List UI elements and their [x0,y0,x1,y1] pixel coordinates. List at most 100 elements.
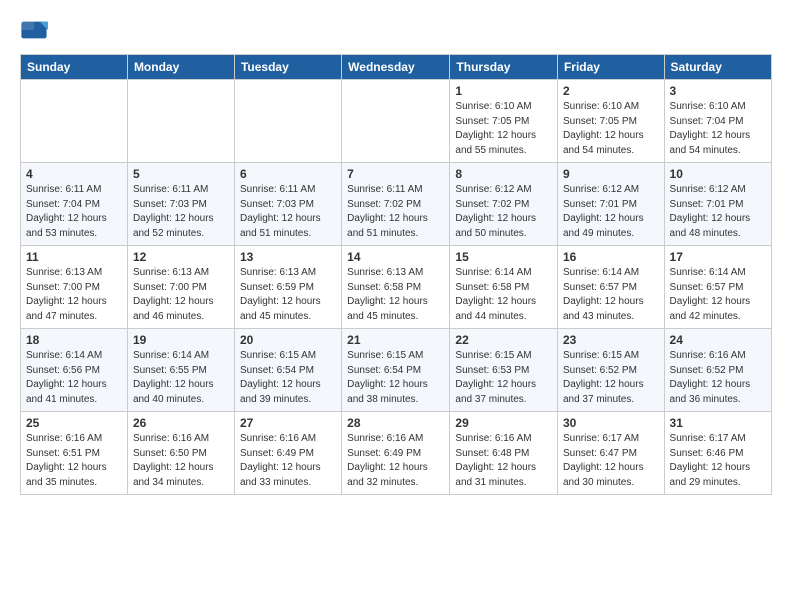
day-number: 2 [563,84,659,98]
day-info: Sunrise: 6:11 AMSunset: 7:03 PMDaylight:… [240,183,336,241]
day-number: 14 [347,250,444,264]
calendar-cell: 14 Sunrise: 6:13 AMSunset: 6:58 PMDayligh… [342,246,450,329]
day-info: Sunrise: 6:15 AMSunset: 6:52 PMDaylight:… [563,349,659,407]
day-number: 25 [26,416,122,430]
day-number: 17 [670,250,766,264]
calendar-cell: 9Sunrise: 6:12 AMSunset: 7:01 PMDaylight… [557,163,664,246]
day-number: 16 [563,250,659,264]
calendar-cell [21,80,128,163]
day-number: 30 [563,416,659,430]
calendar-cell: 12 Sunrise: 6:13 AMSunset: 7:00 PMDayligh… [127,246,234,329]
calendar-cell: 7 Sunrise: 6:11 AMSunset: 7:02 PMDaylight… [342,163,450,246]
day-info: Sunrise: 6:15 AMSunset: 6:53 PMDaylight:… [455,349,552,407]
calendar-cell: 16 Sunrise: 6:14 AMSunset: 6:57 PMDayligh… [557,246,664,329]
calendar-cell: 2 Sunrise: 6:10 AMSunset: 7:05 PMDaylight… [557,80,664,163]
day-number: 22 [455,333,552,347]
day-number: 19 [133,333,229,347]
day-number: 31 [670,416,766,430]
calendar-cell: 1 Sunrise: 6:10 AMSunset: 7:05 PMDaylight… [450,80,558,163]
day-number: 11 [26,250,122,264]
day-number: 12 [133,250,229,264]
page-header [20,16,772,44]
day-info: Sunrise: 6:16 AMSunset: 6:52 PMDaylight:… [670,349,766,407]
day-number: 18 [26,333,122,347]
calendar-cell: 19Sunrise: 6:14 AMSunset: 6:55 PMDayligh… [127,329,234,412]
day-number: 1 [455,84,552,98]
day-number: 21 [347,333,444,347]
day-info: Sunrise: 6:15 AMSunset: 6:54 PMDaylight:… [347,349,444,407]
header-thursday: Thursday [450,55,558,80]
day-info: Sunrise: 6:11 AMSunset: 7:02 PMDaylight:… [347,183,444,241]
day-info: Sunrise: 6:14 AMSunset: 6:58 PMDaylight:… [455,266,552,324]
day-info: Sunrise: 6:16 AMSunset: 6:49 PMDaylight:… [240,432,336,490]
calendar-table: SundayMondayTuesdayWednesdayThursdayFrid… [20,54,772,495]
header-saturday: Saturday [664,55,771,80]
day-info: Sunrise: 6:13 AMSunset: 6:59 PMDaylight:… [240,266,336,324]
day-info: Sunrise: 6:17 AMSunset: 6:47 PMDaylight:… [563,432,659,490]
day-info: Sunrise: 6:13 AMSunset: 7:00 PMDaylight:… [133,266,229,324]
day-number: 13 [240,250,336,264]
calendar-cell: 29Sunrise: 6:16 AMSunset: 6:48 PMDayligh… [450,412,558,495]
calendar-cell: 17 Sunrise: 6:14 AMSunset: 6:57 PMDayligh… [664,246,771,329]
header-tuesday: Tuesday [234,55,341,80]
day-number: 6 [240,167,336,181]
calendar-cell: 20Sunrise: 6:15 AMSunset: 6:54 PMDayligh… [234,329,341,412]
calendar-cell: 11 Sunrise: 6:13 AMSunset: 7:00 PMDayligh… [21,246,128,329]
day-info: Sunrise: 6:14 AMSunset: 6:57 PMDaylight:… [563,266,659,324]
day-number: 24 [670,333,766,347]
calendar-header: SundayMondayTuesdayWednesdayThursdayFrid… [21,55,772,80]
calendar-cell: 27 Sunrise: 6:16 AMSunset: 6:49 PMDayligh… [234,412,341,495]
day-number: 5 [133,167,229,181]
day-info: Sunrise: 6:16 AMSunset: 6:49 PMDaylight:… [347,432,444,490]
calendar-body: 1 Sunrise: 6:10 AMSunset: 7:05 PMDaylight… [21,80,772,495]
calendar-cell: 25Sunrise: 6:16 AMSunset: 6:51 PMDayligh… [21,412,128,495]
calendar-cell: 13 Sunrise: 6:13 AMSunset: 6:59 PMDayligh… [234,246,341,329]
day-info: Sunrise: 6:12 AMSunset: 7:02 PMDaylight:… [455,183,552,241]
day-number: 28 [347,416,444,430]
calendar-cell: 8 Sunrise: 6:12 AMSunset: 7:02 PMDaylight… [450,163,558,246]
day-number: 20 [240,333,336,347]
header-monday: Monday [127,55,234,80]
day-number: 7 [347,167,444,181]
calendar-cell: 6 Sunrise: 6:11 AMSunset: 7:03 PMDaylight… [234,163,341,246]
week-row-2: 11 Sunrise: 6:13 AMSunset: 7:00 PMDayligh… [21,246,772,329]
day-info: Sunrise: 6:14 AMSunset: 6:57 PMDaylight:… [670,266,766,324]
day-info: Sunrise: 6:10 AMSunset: 7:05 PMDaylight:… [455,100,552,158]
calendar-cell: 4 Sunrise: 6:11 AMSunset: 7:04 PMDaylight… [21,163,128,246]
week-row-3: 18Sunrise: 6:14 AMSunset: 6:56 PMDayligh… [21,329,772,412]
calendar-cell [127,80,234,163]
day-number: 10 [670,167,766,181]
day-info: Sunrise: 6:16 AMSunset: 6:48 PMDaylight:… [455,432,552,490]
day-info: Sunrise: 6:13 AMSunset: 7:00 PMDaylight:… [26,266,122,324]
header-wednesday: Wednesday [342,55,450,80]
day-info: Sunrise: 6:11 AMSunset: 7:04 PMDaylight:… [26,183,122,241]
day-number: 8 [455,167,552,181]
day-number: 4 [26,167,122,181]
day-number: 23 [563,333,659,347]
day-number: 26 [133,416,229,430]
calendar-cell [234,80,341,163]
week-row-1: 4 Sunrise: 6:11 AMSunset: 7:04 PMDaylight… [21,163,772,246]
header-sunday: Sunday [21,55,128,80]
calendar-cell: 26 Sunrise: 6:16 AMSunset: 6:50 PMDayligh… [127,412,234,495]
header-friday: Friday [557,55,664,80]
calendar-cell: 30 Sunrise: 6:17 AMSunset: 6:47 PMDayligh… [557,412,664,495]
calendar-cell: 24 Sunrise: 6:16 AMSunset: 6:52 PMDayligh… [664,329,771,412]
day-number: 3 [670,84,766,98]
day-number: 9 [563,167,659,181]
calendar-cell: 28 Sunrise: 6:16 AMSunset: 6:49 PMDayligh… [342,412,450,495]
logo [20,16,52,44]
calendar-cell: 18Sunrise: 6:14 AMSunset: 6:56 PMDayligh… [21,329,128,412]
day-info: Sunrise: 6:16 AMSunset: 6:50 PMDaylight:… [133,432,229,490]
week-row-4: 25Sunrise: 6:16 AMSunset: 6:51 PMDayligh… [21,412,772,495]
logo-icon [20,16,48,44]
calendar-cell: 23 Sunrise: 6:15 AMSunset: 6:52 PMDayligh… [557,329,664,412]
calendar-cell: 21 Sunrise: 6:15 AMSunset: 6:54 PMDayligh… [342,329,450,412]
calendar-cell: 10 Sunrise: 6:12 AMSunset: 7:01 PMDayligh… [664,163,771,246]
day-number: 27 [240,416,336,430]
day-info: Sunrise: 6:12 AMSunset: 7:01 PMDaylight:… [670,183,766,241]
day-info: Sunrise: 6:10 AMSunset: 7:05 PMDaylight:… [563,100,659,158]
day-number: 15 [455,250,552,264]
day-info: Sunrise: 6:10 AMSunset: 7:04 PMDaylight:… [670,100,766,158]
day-info: Sunrise: 6:13 AMSunset: 6:58 PMDaylight:… [347,266,444,324]
